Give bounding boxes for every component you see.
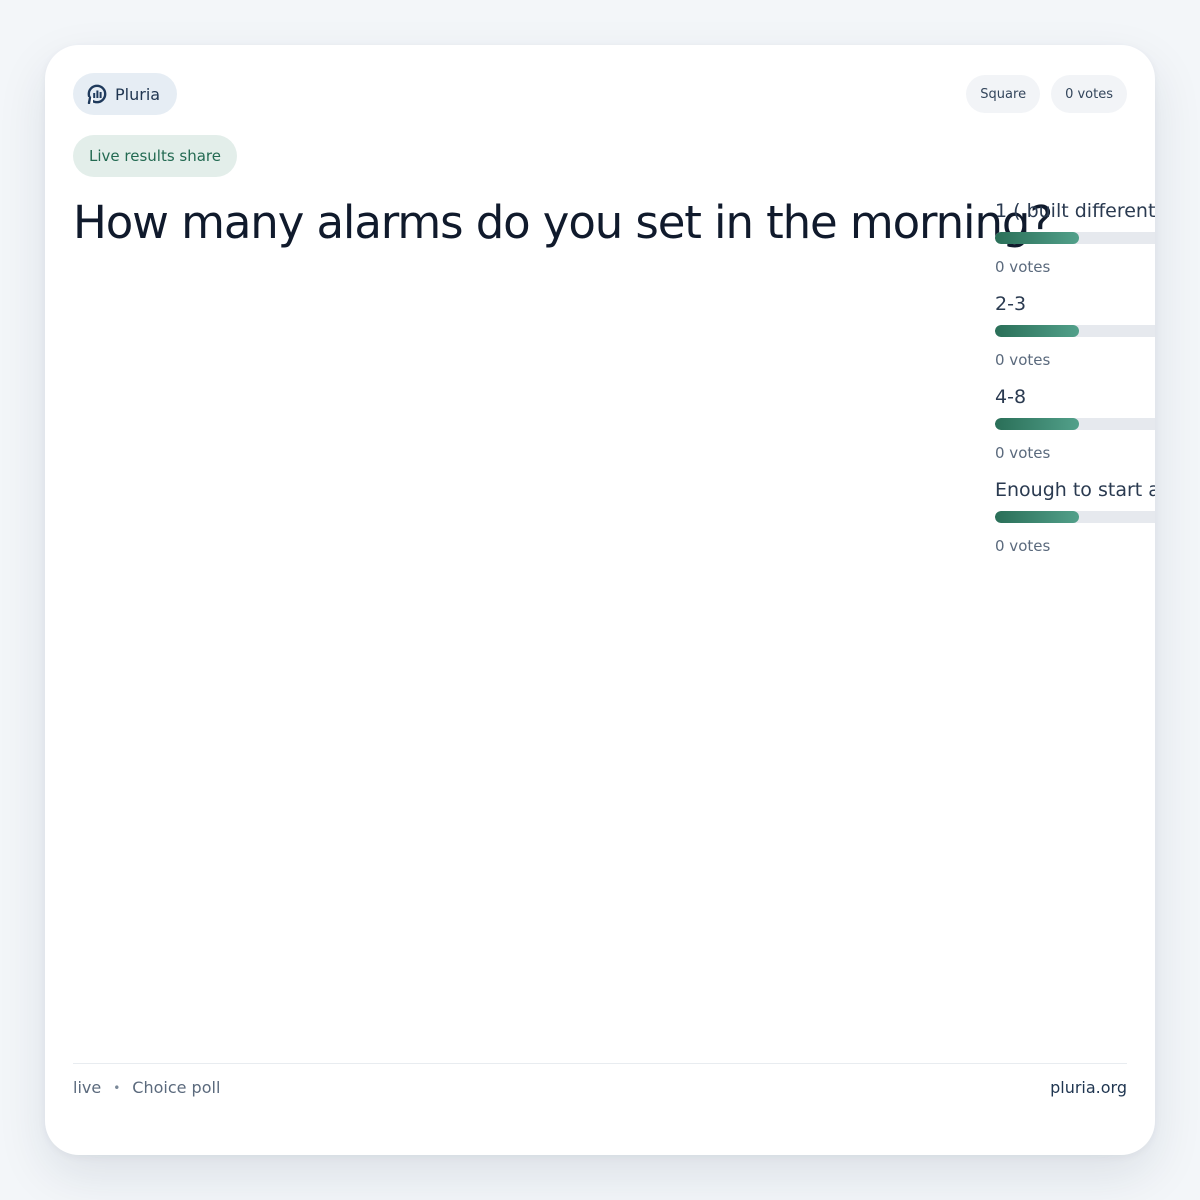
poll-option: 4-8 0 votes xyxy=(995,381,1155,474)
poll-options: 1 ( built different) 0 votes 2-3 0 votes… xyxy=(995,195,1155,567)
option-progress-fill xyxy=(995,325,1079,337)
card-footer: live • Choice poll pluria.org xyxy=(73,1063,1127,1127)
meta-pills: Square 0 votes xyxy=(966,75,1127,113)
option-label: Enough to start a xyxy=(995,479,1155,501)
live-results-badge: Live results share xyxy=(73,135,237,177)
option-votes: 0 votes xyxy=(995,444,1051,462)
brand-badge[interactable]: Pluria xyxy=(73,73,178,115)
poll-option: 1 ( built different) 0 votes xyxy=(995,195,1155,288)
option-votes: 0 votes xyxy=(995,351,1051,369)
footer-separator: • xyxy=(113,1080,121,1095)
poll-option: Enough to start a 0 votes xyxy=(995,474,1155,567)
option-progress-track xyxy=(995,418,1155,430)
site-link[interactable]: pluria.org xyxy=(1050,1078,1127,1097)
option-progress-track xyxy=(995,511,1155,523)
option-votes: 0 votes xyxy=(995,258,1051,276)
option-label: 2-3 xyxy=(995,293,1027,315)
option-label: 4-8 xyxy=(995,386,1027,408)
brand-name: Pluria xyxy=(115,84,161,104)
pluria-logo-icon xyxy=(87,84,107,104)
poll-type: Choice poll xyxy=(132,1078,221,1097)
option-progress-fill xyxy=(995,232,1079,244)
total-votes-badge: 0 votes xyxy=(1051,75,1127,113)
poll-option: 2-3 0 votes xyxy=(995,288,1155,381)
footer-meta: live • Choice poll xyxy=(73,1078,220,1097)
poll-status: live xyxy=(73,1078,102,1097)
option-votes: 0 votes xyxy=(995,537,1051,555)
format-badge: Square xyxy=(966,75,1041,113)
option-progress-fill xyxy=(995,511,1079,523)
poll-question: How many alarms do you set in the mornin… xyxy=(73,196,1053,249)
option-progress-track xyxy=(995,325,1155,337)
option-label: 1 ( built different) xyxy=(995,200,1155,222)
option-progress-fill xyxy=(995,418,1079,430)
option-progress-track xyxy=(995,232,1155,244)
poll-share-card: Pluria Square 0 votes Live results share… xyxy=(45,45,1155,1155)
